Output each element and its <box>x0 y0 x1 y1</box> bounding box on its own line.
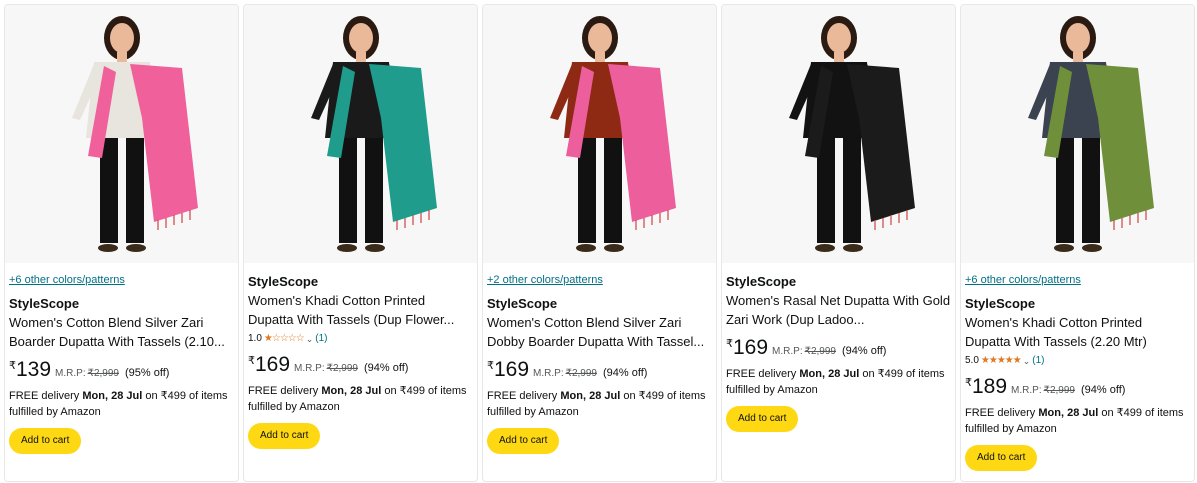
add-to-cart-button[interactable]: Add to cart <box>9 428 82 454</box>
price-row: ₹ 169 M.R.P: ₹2,999 (94% off) <box>726 335 951 361</box>
product-title-link[interactable]: Women's Khadi Cotton Printed Dupatta Wit… <box>965 313 1190 351</box>
mrp-value: ₹2,999 <box>87 368 119 379</box>
other-colors-link[interactable]: +6 other colors/patterns <box>9 273 234 287</box>
delivery-prefix: FREE delivery <box>726 368 800 380</box>
currency-symbol: ₹ <box>9 360 16 372</box>
mrp-label: M.R.P: <box>55 368 86 379</box>
mrp-value: ₹2,999 <box>804 346 836 357</box>
product-image[interactable] <box>5 5 238 263</box>
delivery-info: FREE delivery Mon, 28 Jul on ₹499 of ite… <box>248 383 473 415</box>
add-to-cart-button[interactable]: Add to cart <box>487 428 560 454</box>
price-row: ₹ 169 M.R.P: ₹2,999 (94% off) <box>248 352 473 378</box>
product-title-link[interactable]: Women's Cotton Blend Silver Zari Boarder… <box>9 313 234 351</box>
product-image[interactable] <box>244 5 477 263</box>
brand-name: StyleScope <box>726 274 797 289</box>
product-title-link[interactable]: Women's Cotton Blend Silver Zari Dobby B… <box>487 313 712 351</box>
product-card[interactable]: StyleScope Women's Rasal Net Dupatta Wit… <box>721 4 956 482</box>
rating-value: 1.0 <box>248 333 262 344</box>
mrp-label: M.R.P: <box>772 346 803 357</box>
delivery-date: Mon, 28 Jul <box>1038 407 1099 419</box>
brand-name: StyleScope <box>248 274 319 289</box>
product-card[interactable]: +6 other colors/patterns StyleScope Wome… <box>960 4 1195 482</box>
model-figure-image <box>310 16 437 252</box>
add-to-cart-button[interactable]: Add to cart <box>726 406 799 432</box>
star-rating-icon: ★★★★★ <box>980 355 1022 366</box>
discount-percent: (94% off) <box>842 345 887 357</box>
other-colors-link[interactable]: +2 other colors/patterns <box>487 273 712 287</box>
product-image[interactable] <box>961 5 1194 263</box>
product-grid: +6 other colors/patterns StyleScope Wome… <box>4 4 1195 482</box>
delivery-date: Mon, 28 Jul <box>560 390 621 402</box>
delivery-prefix: FREE delivery <box>965 407 1039 419</box>
price: 169 <box>733 336 769 359</box>
brand-name: StyleScope <box>487 296 558 311</box>
rating-count-link[interactable]: (1) <box>1032 354 1044 368</box>
other-colors-link[interactable]: +6 other colors/patterns <box>965 273 1190 287</box>
chevron-down-icon[interactable]: ⌄ <box>1023 354 1031 368</box>
model-figure-image <box>71 16 198 252</box>
delivery-info: FREE delivery Mon, 28 Jul on ₹499 of ite… <box>965 405 1190 437</box>
delivery-prefix: FREE delivery <box>9 390 83 402</box>
price: 189 <box>972 375 1008 398</box>
currency-symbol: ₹ <box>726 338 733 350</box>
delivery-info: FREE delivery Mon, 28 Jul on ₹499 of ite… <box>726 366 951 398</box>
currency-symbol: ₹ <box>248 355 255 367</box>
price: 169 <box>255 353 291 376</box>
price: 169 <box>494 358 530 381</box>
price-row: ₹ 169 M.R.P: ₹2,999 (94% off) <box>487 357 712 383</box>
mrp-label: M.R.P: <box>294 363 325 374</box>
mrp-value: ₹2,999 <box>1043 385 1075 396</box>
brand-name: StyleScope <box>965 296 1036 311</box>
delivery-prefix: FREE delivery <box>248 385 322 397</box>
mrp-label: M.R.P: <box>533 368 564 379</box>
rating-row[interactable]: 1.0 ★☆☆☆☆ ⌄ (1) <box>248 332 473 346</box>
chevron-down-icon[interactable]: ⌄ <box>306 332 314 346</box>
model-figure-image <box>1027 16 1154 252</box>
rating-row[interactable]: 5.0 ★★★★★ ⌄ (1) <box>965 354 1190 368</box>
discount-percent: (94% off) <box>364 362 409 374</box>
currency-symbol: ₹ <box>487 360 494 372</box>
add-to-cart-button[interactable]: Add to cart <box>965 445 1038 471</box>
delivery-prefix: FREE delivery <box>487 390 561 402</box>
currency-symbol: ₹ <box>965 377 972 389</box>
add-to-cart-button[interactable]: Add to cart <box>248 423 321 449</box>
price-row: ₹ 189 M.R.P: ₹2,999 (94% off) <box>965 374 1190 400</box>
model-figure-image <box>788 16 915 252</box>
price-row: ₹ 139 M.R.P: ₹2,999 (95% off) <box>9 357 234 383</box>
mrp-value: ₹2,999 <box>326 363 358 374</box>
discount-percent: (95% off) <box>125 367 170 379</box>
product-title-link[interactable]: Women's Khadi Cotton Printed Dupatta Wit… <box>248 291 473 329</box>
product-image[interactable] <box>722 5 955 263</box>
discount-percent: (94% off) <box>1081 384 1126 396</box>
mrp-value: ₹2,999 <box>565 368 597 379</box>
delivery-info: FREE delivery Mon, 28 Jul on ₹499 of ite… <box>487 388 712 420</box>
discount-percent: (94% off) <box>603 367 648 379</box>
delivery-date: Mon, 28 Jul <box>321 385 382 397</box>
delivery-date: Mon, 28 Jul <box>82 390 143 402</box>
price: 139 <box>16 358 52 381</box>
star-rating-icon: ★☆☆☆☆ <box>263 333 305 344</box>
product-card[interactable]: StyleScope Women's Khadi Cotton Printed … <box>243 4 478 482</box>
delivery-date: Mon, 28 Jul <box>799 368 860 380</box>
rating-count-link[interactable]: (1) <box>315 332 327 346</box>
delivery-info: FREE delivery Mon, 28 Jul on ₹499 of ite… <box>9 388 234 420</box>
rating-value: 5.0 <box>965 355 979 366</box>
product-title-link[interactable]: Women's Rasal Net Dupatta With Gold Zari… <box>726 291 951 329</box>
product-card[interactable]: +2 other colors/patterns StyleScope Wome… <box>482 4 717 482</box>
product-image[interactable] <box>483 5 716 263</box>
product-card[interactable]: +6 other colors/patterns StyleScope Wome… <box>4 4 239 482</box>
brand-name: StyleScope <box>9 296 80 311</box>
model-figure-image <box>549 16 676 252</box>
mrp-label: M.R.P: <box>1011 385 1042 396</box>
